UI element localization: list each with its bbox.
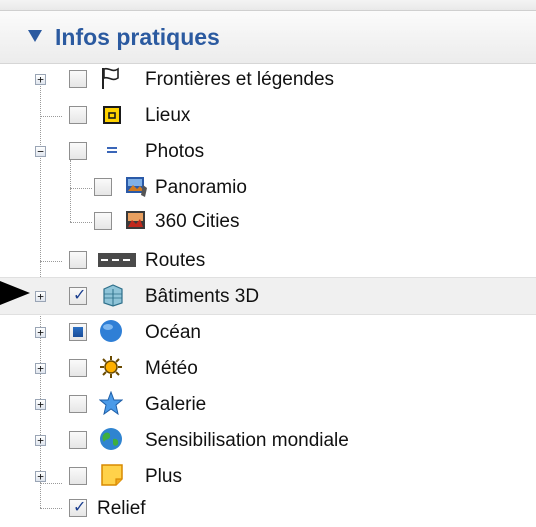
layer-label: Relief [97, 498, 146, 519]
expand-icon[interactable]: + [35, 327, 46, 338]
layer-row-360-cities[interactable]: 360 Cities [0, 204, 536, 240]
layer-checkbox[interactable]: ✓ [69, 287, 87, 305]
expand-icon[interactable]: + [35, 399, 46, 410]
collapse-triangle-icon[interactable] [28, 30, 42, 42]
layer-label: 360 Cities [155, 211, 240, 232]
photos-icon [107, 147, 117, 153]
layer-label: Plus [145, 466, 182, 487]
sun-icon [100, 356, 122, 378]
flag-icon [102, 67, 119, 89]
layer-row-gallery[interactable]: + Galerie [0, 387, 536, 423]
layer-label: Océan [145, 322, 201, 343]
layer-checkbox[interactable] [69, 395, 87, 413]
layer-checkbox[interactable] [69, 142, 87, 160]
layer-label: Photos [145, 141, 205, 162]
layer-row-places[interactable]: Lieux [0, 98, 536, 134]
layer-row-terrain[interactable]: ✓ Relief [0, 491, 536, 527]
layer-label: Météo [145, 358, 198, 379]
layer-checkbox[interactable] [94, 178, 112, 196]
layer-row-photos[interactable]: − Photos [0, 134, 536, 170]
place-square-icon [103, 106, 121, 124]
section-title: Infos pratiques [55, 24, 220, 50]
star-icon [99, 391, 123, 415]
photo-360-icon [126, 211, 145, 229]
ocean-globe-icon [100, 320, 122, 342]
layer-checkbox[interactable] [69, 106, 87, 124]
layer-checkbox[interactable] [69, 251, 87, 269]
earth-icon [100, 428, 122, 450]
note-icon [101, 464, 123, 486]
layer-label: Lieux [145, 105, 191, 126]
expand-icon[interactable]: + [35, 435, 46, 446]
layer-row-3d-buildings[interactable]: + ✓ Bâtiments 3D [0, 277, 536, 315]
layer-label: Panoramio [155, 177, 247, 198]
layer-row-ocean[interactable]: + Océan [0, 315, 536, 351]
layer-checkbox[interactable] [69, 431, 87, 449]
layer-checkbox[interactable]: ✓ [69, 499, 87, 517]
layer-checkbox[interactable] [69, 70, 87, 88]
expand-icon[interactable]: + [35, 363, 46, 374]
layer-checkbox[interactable] [69, 467, 87, 485]
expand-icon[interactable]: + [35, 74, 46, 85]
buildings-3d-icon [103, 284, 123, 307]
layer-label: Routes [145, 250, 206, 271]
layer-row-more[interactable]: + Plus [0, 459, 536, 495]
layer-row-weather[interactable]: + Météo [0, 351, 536, 387]
collapse-icon[interactable]: − [35, 146, 46, 157]
roads-icon [98, 253, 136, 267]
top-bar [0, 0, 536, 11]
layer-row-roads[interactable]: Routes [0, 243, 536, 279]
section-header[interactable]: Infos pratiques [0, 11, 536, 64]
layer-label: Bâtiments 3D [145, 286, 260, 307]
layer-row-borders[interactable]: + Frontières et légendes [0, 62, 536, 98]
layer-row-panoramio[interactable]: Panoramio [0, 170, 536, 206]
layer-row-global-awareness[interactable]: + Sensibilisation mondiale [0, 423, 536, 459]
layer-checkbox[interactable] [69, 359, 87, 377]
expand-icon[interactable]: + [35, 471, 46, 482]
layer-label: Frontières et légendes [145, 69, 335, 90]
expand-icon[interactable]: + [35, 291, 46, 302]
layer-checkbox[interactable] [94, 212, 112, 230]
panoramio-icon [126, 177, 147, 197]
layer-checkbox[interactable] [69, 323, 87, 341]
layer-label: Sensibilisation mondiale [145, 430, 349, 451]
layer-label: Galerie [145, 394, 207, 415]
pointer-arrow-icon [0, 281, 30, 305]
